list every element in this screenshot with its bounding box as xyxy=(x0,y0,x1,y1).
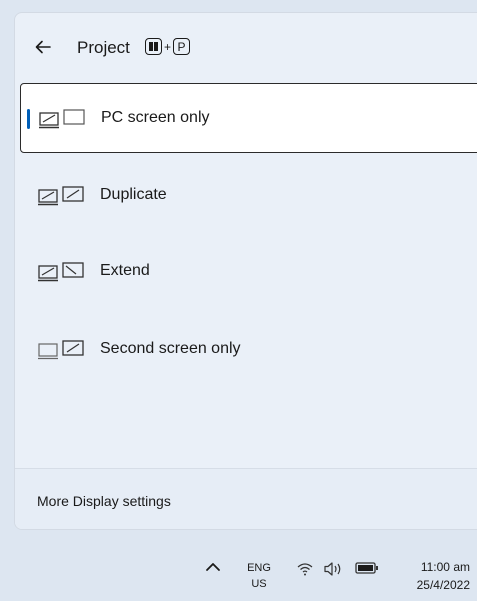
clock-time: 11:00 am xyxy=(420,560,470,574)
option-extend[interactable]: Extend xyxy=(20,237,477,307)
flyout-title: Project xyxy=(77,38,130,57)
option-label: Extend xyxy=(100,262,150,279)
option-pc-screen-only[interactable]: PC screen only xyxy=(20,83,477,153)
language-code: ENG xyxy=(247,562,271,574)
duplicate-icon xyxy=(38,186,84,206)
option-label: Second screen only xyxy=(100,340,241,357)
option-label: Duplicate xyxy=(100,186,167,203)
keyboard-shortcut: + P xyxy=(145,38,191,55)
clock-date: 25/4/2022 xyxy=(416,578,470,592)
battery-icon[interactable] xyxy=(355,561,379,575)
p-key: P xyxy=(173,38,191,55)
wifi-icon[interactable] xyxy=(296,560,314,578)
input-language-indicator[interactable]: ENG US xyxy=(244,560,274,592)
selection-indicator xyxy=(27,109,30,129)
clock[interactable]: 11:00 am 25/4/2022 xyxy=(398,558,470,594)
windows-key-icon xyxy=(145,38,162,55)
option-second-screen-only[interactable]: Second screen only xyxy=(20,315,477,385)
extend-icon xyxy=(38,262,84,282)
flyout-footer: More Display settings xyxy=(15,468,477,529)
second-screen-only-icon xyxy=(38,340,84,360)
taskbar: ENG US 11:00 am 25/4/2022 xyxy=(0,546,477,601)
volume-icon[interactable] xyxy=(323,560,345,578)
more-display-settings-link[interactable]: More Display settings xyxy=(37,493,171,509)
project-flyout: Project + P PC screen only Duplicate Ext… xyxy=(14,12,477,530)
flyout-header: Project + P xyxy=(15,13,477,83)
keyboard-layout-code: US xyxy=(251,578,267,590)
option-duplicate[interactable]: Duplicate xyxy=(20,161,477,231)
back-arrow-icon[interactable] xyxy=(33,37,53,57)
option-label: PC screen only xyxy=(101,109,210,126)
show-hidden-icons-chevron-icon[interactable] xyxy=(204,558,222,576)
shortcut-plus: + xyxy=(164,39,172,54)
pc-screen-only-icon xyxy=(39,109,85,129)
